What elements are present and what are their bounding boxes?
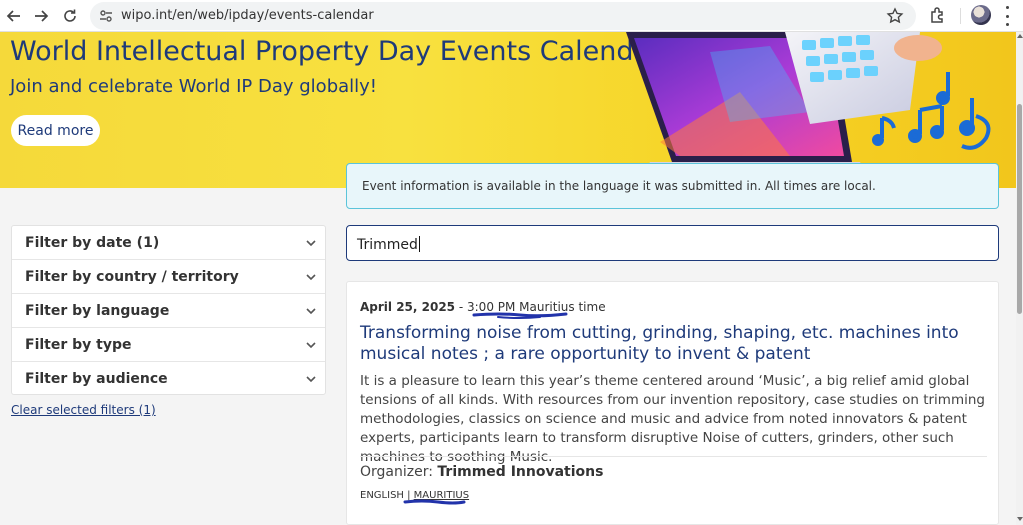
annotation-underline-time	[472, 312, 568, 319]
divider	[360, 456, 987, 457]
chevron-down-icon	[306, 376, 316, 383]
chevron-down-icon	[306, 240, 316, 247]
event-card: April 25, 2025 - 3:00 PM Mauritius time …	[346, 281, 999, 525]
filter-audience-label: Filter by audience	[25, 371, 168, 387]
address-bar[interactable]: wipo.int/en/web/ipday/events-calendar	[90, 2, 916, 30]
scroll-up-arrow-icon[interactable]	[1017, 34, 1023, 38]
filter-date[interactable]: Filter by date (1)	[12, 226, 325, 260]
info-notice: Event information is available in the la…	[346, 163, 999, 209]
text-caret	[418, 236, 420, 252]
forward-arrow-icon[interactable]	[29, 4, 53, 28]
chevron-down-icon	[306, 342, 316, 349]
search-input[interactable]: Trimmed	[346, 225, 999, 261]
filter-language-label: Filter by language	[25, 303, 170, 319]
organizer-name: Trimmed Innovations	[437, 464, 604, 480]
read-more-button[interactable]: Read more	[11, 115, 100, 146]
event-organizer: Organizer: Trimmed Innovations	[360, 464, 603, 480]
site-settings-icon[interactable]	[98, 8, 114, 24]
filter-type[interactable]: Filter by type	[12, 328, 325, 362]
chevron-down-icon	[306, 274, 316, 281]
profile-avatar[interactable]	[971, 5, 991, 25]
filter-language[interactable]: Filter by language	[12, 294, 325, 328]
notice-text: Event information is available in the la…	[362, 179, 876, 193]
page-subtitle: Join and celebrate World IP Day globally…	[10, 76, 378, 97]
page-scrollbar[interactable]	[1016, 32, 1023, 525]
chevron-down-icon	[306, 308, 316, 315]
clear-filters-link[interactable]: Clear selected filters (1)	[11, 403, 156, 417]
event-title[interactable]: Transforming noise from cutting, grindin…	[360, 323, 988, 365]
filter-type-label: Filter by type	[25, 337, 132, 353]
annotation-underline-country	[403, 499, 466, 505]
back-arrow-icon[interactable]	[2, 4, 26, 28]
filter-date-label: Filter by date (1)	[25, 235, 160, 251]
scrollbar-thumb[interactable]	[1017, 104, 1022, 314]
menu-icon[interactable]	[1004, 6, 1010, 26]
scroll-down-arrow-icon[interactable]	[1017, 517, 1023, 521]
event-date: April 25, 2025	[360, 300, 456, 314]
filter-country-label: Filter by country / territory	[25, 269, 239, 285]
bookmark-star-icon[interactable]	[886, 7, 904, 25]
filter-panel: Filter by date (1) Filter by country / t…	[11, 225, 326, 395]
filter-audience[interactable]: Filter by audience	[12, 362, 325, 396]
toolbar-divider	[960, 8, 961, 24]
browser-toolbar: wipo.int/en/web/ipday/events-calendar	[0, 0, 1023, 32]
page-title: World Intellectual Property Day Events C…	[10, 36, 662, 67]
extensions-icon[interactable]	[928, 5, 948, 25]
url-text[interactable]: wipo.int/en/web/ipday/events-calendar	[121, 8, 374, 23]
reload-icon[interactable]	[58, 4, 82, 28]
search-value: Trimmed	[357, 237, 418, 253]
event-language-tag: ENGLISH	[360, 490, 404, 501]
event-description: It is a pleasure to learn this year’s th…	[360, 373, 985, 465]
organizer-label: Organizer:	[360, 464, 438, 480]
filter-country[interactable]: Filter by country / territory	[12, 260, 325, 294]
